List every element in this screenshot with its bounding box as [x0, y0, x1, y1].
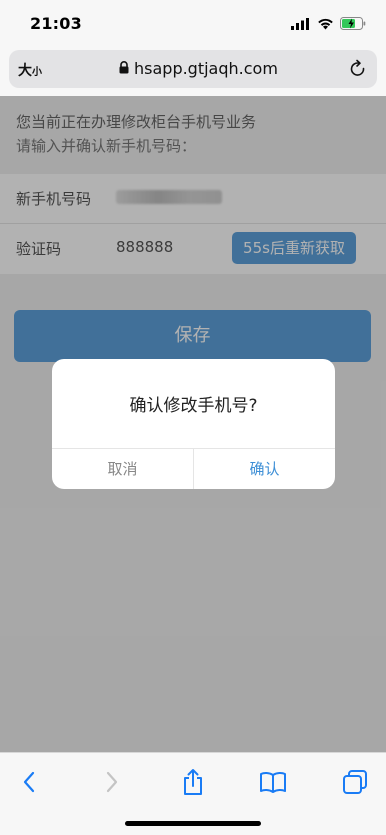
share-icon[interactable] — [178, 767, 208, 797]
status-icons — [291, 15, 366, 34]
address-bar[interactable]: 大小 hsapp.gtjaqh.com — [9, 50, 377, 88]
browser-address-area: 大小 hsapp.gtjaqh.com — [0, 46, 386, 96]
home-indicator — [125, 821, 261, 826]
cellular-signal-icon — [291, 15, 311, 34]
dialog-cancel-button[interactable]: 取消 — [52, 449, 194, 489]
lock-icon — [119, 59, 129, 78]
forward-icon[interactable] — [97, 767, 127, 797]
tabs-icon[interactable] — [340, 767, 370, 797]
bookmarks-icon[interactable] — [258, 767, 288, 797]
reload-icon[interactable] — [349, 59, 367, 83]
battery-charging-icon — [340, 15, 366, 34]
dialog-message: 确认修改手机号? — [129, 396, 258, 416]
dialog-confirm-button[interactable]: 确认 — [194, 449, 335, 489]
dialog-actions: 取消 确认 — [52, 448, 335, 489]
status-time: 21:03 — [30, 14, 82, 33]
url-display[interactable]: hsapp.gtjaqh.com — [119, 59, 278, 78]
wifi-icon — [317, 15, 334, 34]
back-icon[interactable] — [14, 767, 44, 797]
status-bar: 21:03 — [0, 0, 386, 46]
text-size-button[interactable]: 大小 — [18, 60, 42, 80]
confirm-dialog: 确认修改手机号? 取消 确认 — [52, 359, 335, 489]
url-text: hsapp.gtjaqh.com — [134, 59, 278, 78]
